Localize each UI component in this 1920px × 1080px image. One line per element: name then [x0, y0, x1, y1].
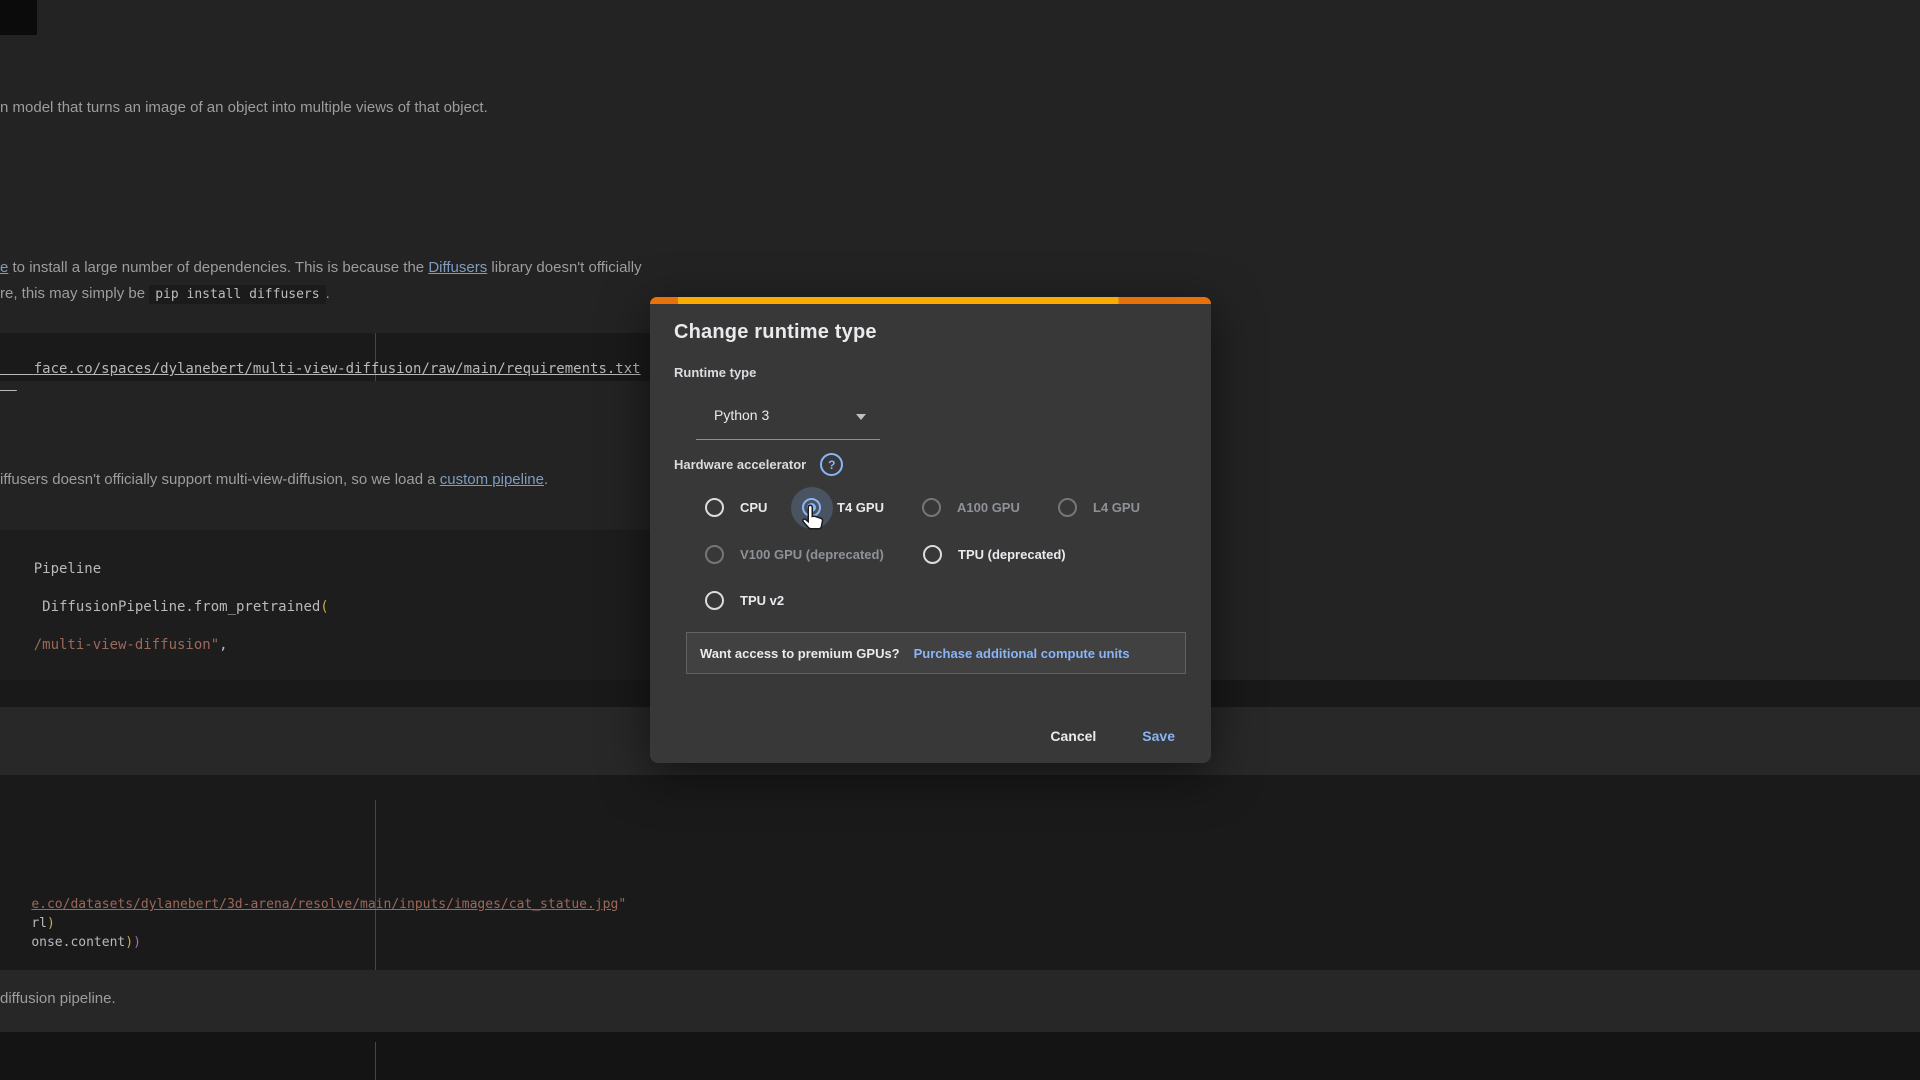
- code-paren: ): [125, 935, 133, 950]
- radio-label: V100 GPU (deprecated): [740, 547, 884, 562]
- colab-notebook-page: n model that turns an image of an object…: [0, 0, 1920, 1080]
- corner-patch: [0, 0, 37, 35]
- banner-text: Want access to premium GPUs?: [700, 646, 900, 661]
- runtime-type-value: Python 3: [714, 407, 769, 423]
- radio-icon: [705, 545, 724, 564]
- radio-option-a100-gpu[interactable]: A100 GPU: [922, 498, 1020, 517]
- radio-option-t4-gpu[interactable]: T4 GPU: [802, 498, 884, 517]
- code-token: DiffusionPipeline.from_pretrained: [34, 599, 321, 615]
- requirements-url-link[interactable]: face.co/spaces/dylanebert/multi-view-dif…: [0, 345, 641, 393]
- dialog-title: Change runtime type: [674, 321, 877, 344]
- radio-label: T4 GPU: [837, 500, 884, 515]
- radio-option-tpu-v2[interactable]: TPU v2: [705, 591, 784, 610]
- markdown-cell-band: [0, 970, 1920, 1032]
- markdown-text: diffusion pipeline.: [0, 990, 116, 1007]
- markdown-paragraph: e to install a large number of dependenc…: [0, 259, 642, 276]
- radio-icon: [922, 498, 941, 517]
- markdown-paragraph: iffusers doesn't officially support mult…: [0, 471, 548, 488]
- diffusers-link[interactable]: Diffusers: [428, 259, 487, 276]
- paragraph-text: iffusers doesn't officially support mult…: [0, 471, 440, 488]
- radio-icon: [1058, 498, 1077, 517]
- code-paren: ): [133, 935, 141, 950]
- dialog-buttons: Cancel Save: [1032, 721, 1193, 751]
- code-paren: (: [320, 599, 328, 615]
- markdown-text-line: diffusion pipeline.: [0, 990, 116, 1007]
- paragraph-text: .: [326, 285, 330, 302]
- radio-selected-icon: [802, 498, 821, 517]
- radio-label: TPU v2: [740, 593, 784, 608]
- markdown-text: n model that turns an image of an object…: [0, 99, 488, 116]
- radio-label: TPU (deprecated): [958, 547, 1066, 562]
- runtime-type-select[interactable]: Python 3: [696, 395, 880, 440]
- markdown-text-line: n model that turns an image of an object…: [0, 99, 488, 116]
- radio-icon: [923, 545, 942, 564]
- premium-gpu-banner: Want access to premium GPUs? Purchase ad…: [686, 632, 1186, 674]
- code-line: /multi-view-diffusion",: [0, 621, 228, 669]
- cell-divider-line: [375, 1042, 376, 1080]
- inline-code: pip install diffusers: [149, 285, 325, 304]
- custom-pipeline-link[interactable]: custom pipeline: [440, 471, 544, 488]
- help-icon[interactable]: ?: [820, 453, 843, 476]
- progress-bar: [650, 297, 1211, 304]
- paragraph-text: .: [544, 471, 548, 488]
- radio-option-tpu[interactable]: TPU (deprecated): [923, 545, 1066, 564]
- purchase-compute-units-link[interactable]: Purchase additional compute units: [914, 646, 1130, 661]
- image-url-link[interactable]: e.co/datasets/dylanebert/3d-arena/resolv…: [31, 897, 618, 912]
- radio-label: CPU: [740, 500, 767, 515]
- radio-label: L4 GPU: [1093, 500, 1140, 515]
- code-cell-band: [0, 775, 1920, 970]
- code-line: onse.content)): [0, 920, 141, 965]
- code-token: Pipeline: [34, 561, 101, 577]
- radio-icon: [705, 498, 724, 517]
- chevron-down-icon: [856, 414, 866, 420]
- code-token: onse.content: [31, 935, 125, 950]
- radio-option-cpu[interactable]: CPU: [705, 498, 767, 517]
- cancel-button[interactable]: Cancel: [1032, 721, 1114, 751]
- hardware-accelerator-label: Hardware accelerator: [674, 457, 806, 472]
- save-button[interactable]: Save: [1124, 721, 1193, 751]
- url-text: face.co/spaces/dylanebert/multi-view-dif…: [34, 361, 641, 377]
- runtime-type-label: Runtime type: [674, 365, 756, 380]
- radio-label: A100 GPU: [957, 500, 1020, 515]
- code-string: ": [618, 897, 626, 912]
- code-cell-band: [0, 1032, 1920, 1080]
- change-runtime-type-dialog: Change runtime type Runtime type Python …: [650, 297, 1211, 763]
- paragraph-text: re, this may simply be: [0, 285, 149, 302]
- code-token: ,: [219, 637, 227, 653]
- hardware-accelerator-row: Hardware accelerator ?: [674, 453, 843, 476]
- code-string: /multi-view-diffusion": [34, 637, 219, 653]
- radio-option-v100-gpu[interactable]: V100 GPU (deprecated): [705, 545, 884, 564]
- radio-option-l4-gpu[interactable]: L4 GPU: [1058, 498, 1140, 517]
- paragraph-text: library doesn't officially: [487, 259, 641, 276]
- radio-icon: [705, 591, 724, 610]
- paragraph-text: to install a large number of dependencie…: [8, 259, 428, 276]
- markdown-paragraph: re, this may simply be pip install diffu…: [0, 285, 330, 302]
